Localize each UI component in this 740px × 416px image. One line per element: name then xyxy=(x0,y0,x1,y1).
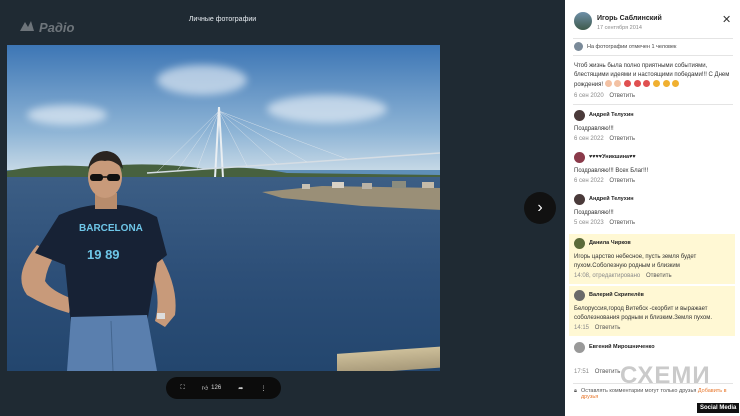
close-icon[interactable]: ✕ xyxy=(722,13,731,26)
emoji-icon xyxy=(614,80,622,87)
comment-author[interactable]: Валерий Скрипелёв xyxy=(589,292,644,298)
comment-text: Поздравляю!!! Всех Благ!!! xyxy=(574,168,649,174)
emoji-icon xyxy=(672,80,680,87)
like-button[interactable]: 👍︎ 126 xyxy=(202,384,221,392)
reply-link[interactable]: Ответить xyxy=(595,369,621,375)
comment-meta: 14:15 Ответить xyxy=(574,325,620,331)
avatar[interactable] xyxy=(574,152,585,163)
album-title: Личные фотографии xyxy=(188,16,257,23)
emoji-icon xyxy=(643,80,651,87)
lock-icon: 🔒︎ xyxy=(574,388,577,394)
like-count: 126 xyxy=(211,385,222,391)
reply-link[interactable]: Ответить xyxy=(609,136,635,142)
comments-panel: Игорь Саблинский 17 сентября 2014 ✕ На ф… xyxy=(565,0,740,416)
comment: Данила Чирков Игорь царство небесное, пу… xyxy=(569,234,735,284)
reply-link[interactable]: Ответить xyxy=(595,325,621,331)
comment-author[interactable]: Андрей Телухин xyxy=(589,196,634,202)
comment-meta: 6 сен 2022 Ответить xyxy=(574,136,635,142)
comment-text: Поздравляю!!! xyxy=(574,210,614,216)
avatar[interactable] xyxy=(574,342,585,353)
comment: Валерий Скрипелёв Белоруссия,город Витеб… xyxy=(569,286,735,336)
reply-link[interactable]: Ответить xyxy=(609,178,635,184)
comment: Андрей Телухин Поздравляю!!! 6 сен 2022 … xyxy=(569,108,735,148)
share-button[interactable]: ➦ xyxy=(238,385,243,392)
schemy-watermark: СХЕМИ xyxy=(620,362,711,389)
chevron-right-icon: › xyxy=(537,199,543,216)
post-description: Чтоб жизнь была полно приятными событиям… xyxy=(574,62,734,90)
comment-meta: 14:08, отредактировано Ответить xyxy=(574,273,672,279)
more-button[interactable]: ⋮ xyxy=(260,385,266,392)
avatar[interactable] xyxy=(574,238,585,249)
comment-date: 6 сен 2022 xyxy=(574,178,604,184)
reply-link[interactable]: Ответить xyxy=(609,93,635,99)
comment-date: 14:08, отредактировано xyxy=(574,273,641,279)
comment-text: Игорь царство небесное, пусть земля буде… xyxy=(574,254,697,269)
comment-text: Поздравляю!!! xyxy=(574,126,614,132)
photo[interactable]: BARCELONA 19 89 xyxy=(7,45,440,371)
comment-date: 17:51 xyxy=(574,369,590,375)
comment-text: Белоруссия,город Витебск -скорбит и выра… xyxy=(574,306,713,321)
reply-link[interactable]: Ответить xyxy=(609,220,635,226)
comment-author[interactable]: Андрей Телухин xyxy=(589,112,634,118)
comment-date: 6 сен 2022 xyxy=(574,136,604,142)
photo-toolbar: ⛶ 👍︎ 126 ➦ ⋮ xyxy=(166,377,281,399)
author-name[interactable]: Игорь Саблинский xyxy=(597,15,662,22)
tag-text: На фотографии отмечен 1 человек xyxy=(587,43,677,50)
shirt-brand-text: BARCELONA xyxy=(79,223,143,234)
comment-author[interactable]: Данила Чирков xyxy=(589,240,631,246)
emoji-icon xyxy=(633,80,641,87)
avatar[interactable] xyxy=(574,290,585,301)
photo-viewer: Радіо Личные фотографии BARCELONA 19 89 … xyxy=(0,0,565,416)
next-photo-button[interactable]: › xyxy=(524,192,556,224)
avatar[interactable] xyxy=(574,110,585,121)
comment-author[interactable]: Евгений Мирошниченко xyxy=(589,344,655,350)
share-icon: ➦ xyxy=(238,385,244,392)
social-media-badge: Social Media xyxy=(697,403,740,413)
shirt-number-text: 19 89 xyxy=(87,247,120,262)
emoji-icon xyxy=(624,80,632,87)
comment-date: 14:15 xyxy=(574,325,590,331)
post-date: 17 сентября 2014 xyxy=(597,25,642,31)
divider xyxy=(573,38,733,39)
comment-date: 5 сен 2023 xyxy=(574,220,604,226)
photo-person: BARCELONA 19 89 xyxy=(21,151,176,371)
thumbs-up-icon: 👍︎ xyxy=(201,386,209,392)
avatar[interactable] xyxy=(574,194,585,205)
comment-meta: 5 сен 2023 Ответить xyxy=(574,220,635,226)
post-header: Игорь Саблинский 17 сентября 2014 ✕ xyxy=(565,8,740,36)
page: Радіо Личные фотографии BARCELONA 19 89 … xyxy=(0,0,740,416)
emoji-icon xyxy=(653,80,661,87)
description-meta: 6 сен 2020 Ответить xyxy=(574,93,635,99)
comment: ♥♥♥♥Уникшина♥♥ Поздравляю!!! Всех Благ!!… xyxy=(569,150,735,190)
tag-avatar xyxy=(574,42,583,51)
emoji-icon xyxy=(662,80,670,87)
comment-meta: 17:51 Ответить xyxy=(574,369,620,375)
avatar[interactable] xyxy=(574,12,592,30)
divider xyxy=(573,55,733,56)
fullscreen-button[interactable]: ⛶ xyxy=(181,385,185,392)
comment-author[interactable]: ♥♥♥♥Уникшина♥♥ xyxy=(589,154,636,160)
comment: Андрей Телухин Поздравляю!!! 5 сен 2023 … xyxy=(569,192,735,232)
divider xyxy=(573,104,733,105)
description-date: 6 сен 2020 xyxy=(574,93,604,99)
tagged-people[interactable]: На фотографии отмечен 1 человек xyxy=(574,42,676,51)
more-icon: ⋮ xyxy=(260,385,267,392)
emoji-icon xyxy=(604,80,612,87)
comment-meta: 6 сен 2022 Ответить xyxy=(574,178,635,184)
expand-icon: ⛶ xyxy=(180,384,185,391)
description-text: Чтоб жизнь была полно приятными событиям… xyxy=(574,63,730,88)
reply-link[interactable]: Ответить xyxy=(646,273,672,279)
